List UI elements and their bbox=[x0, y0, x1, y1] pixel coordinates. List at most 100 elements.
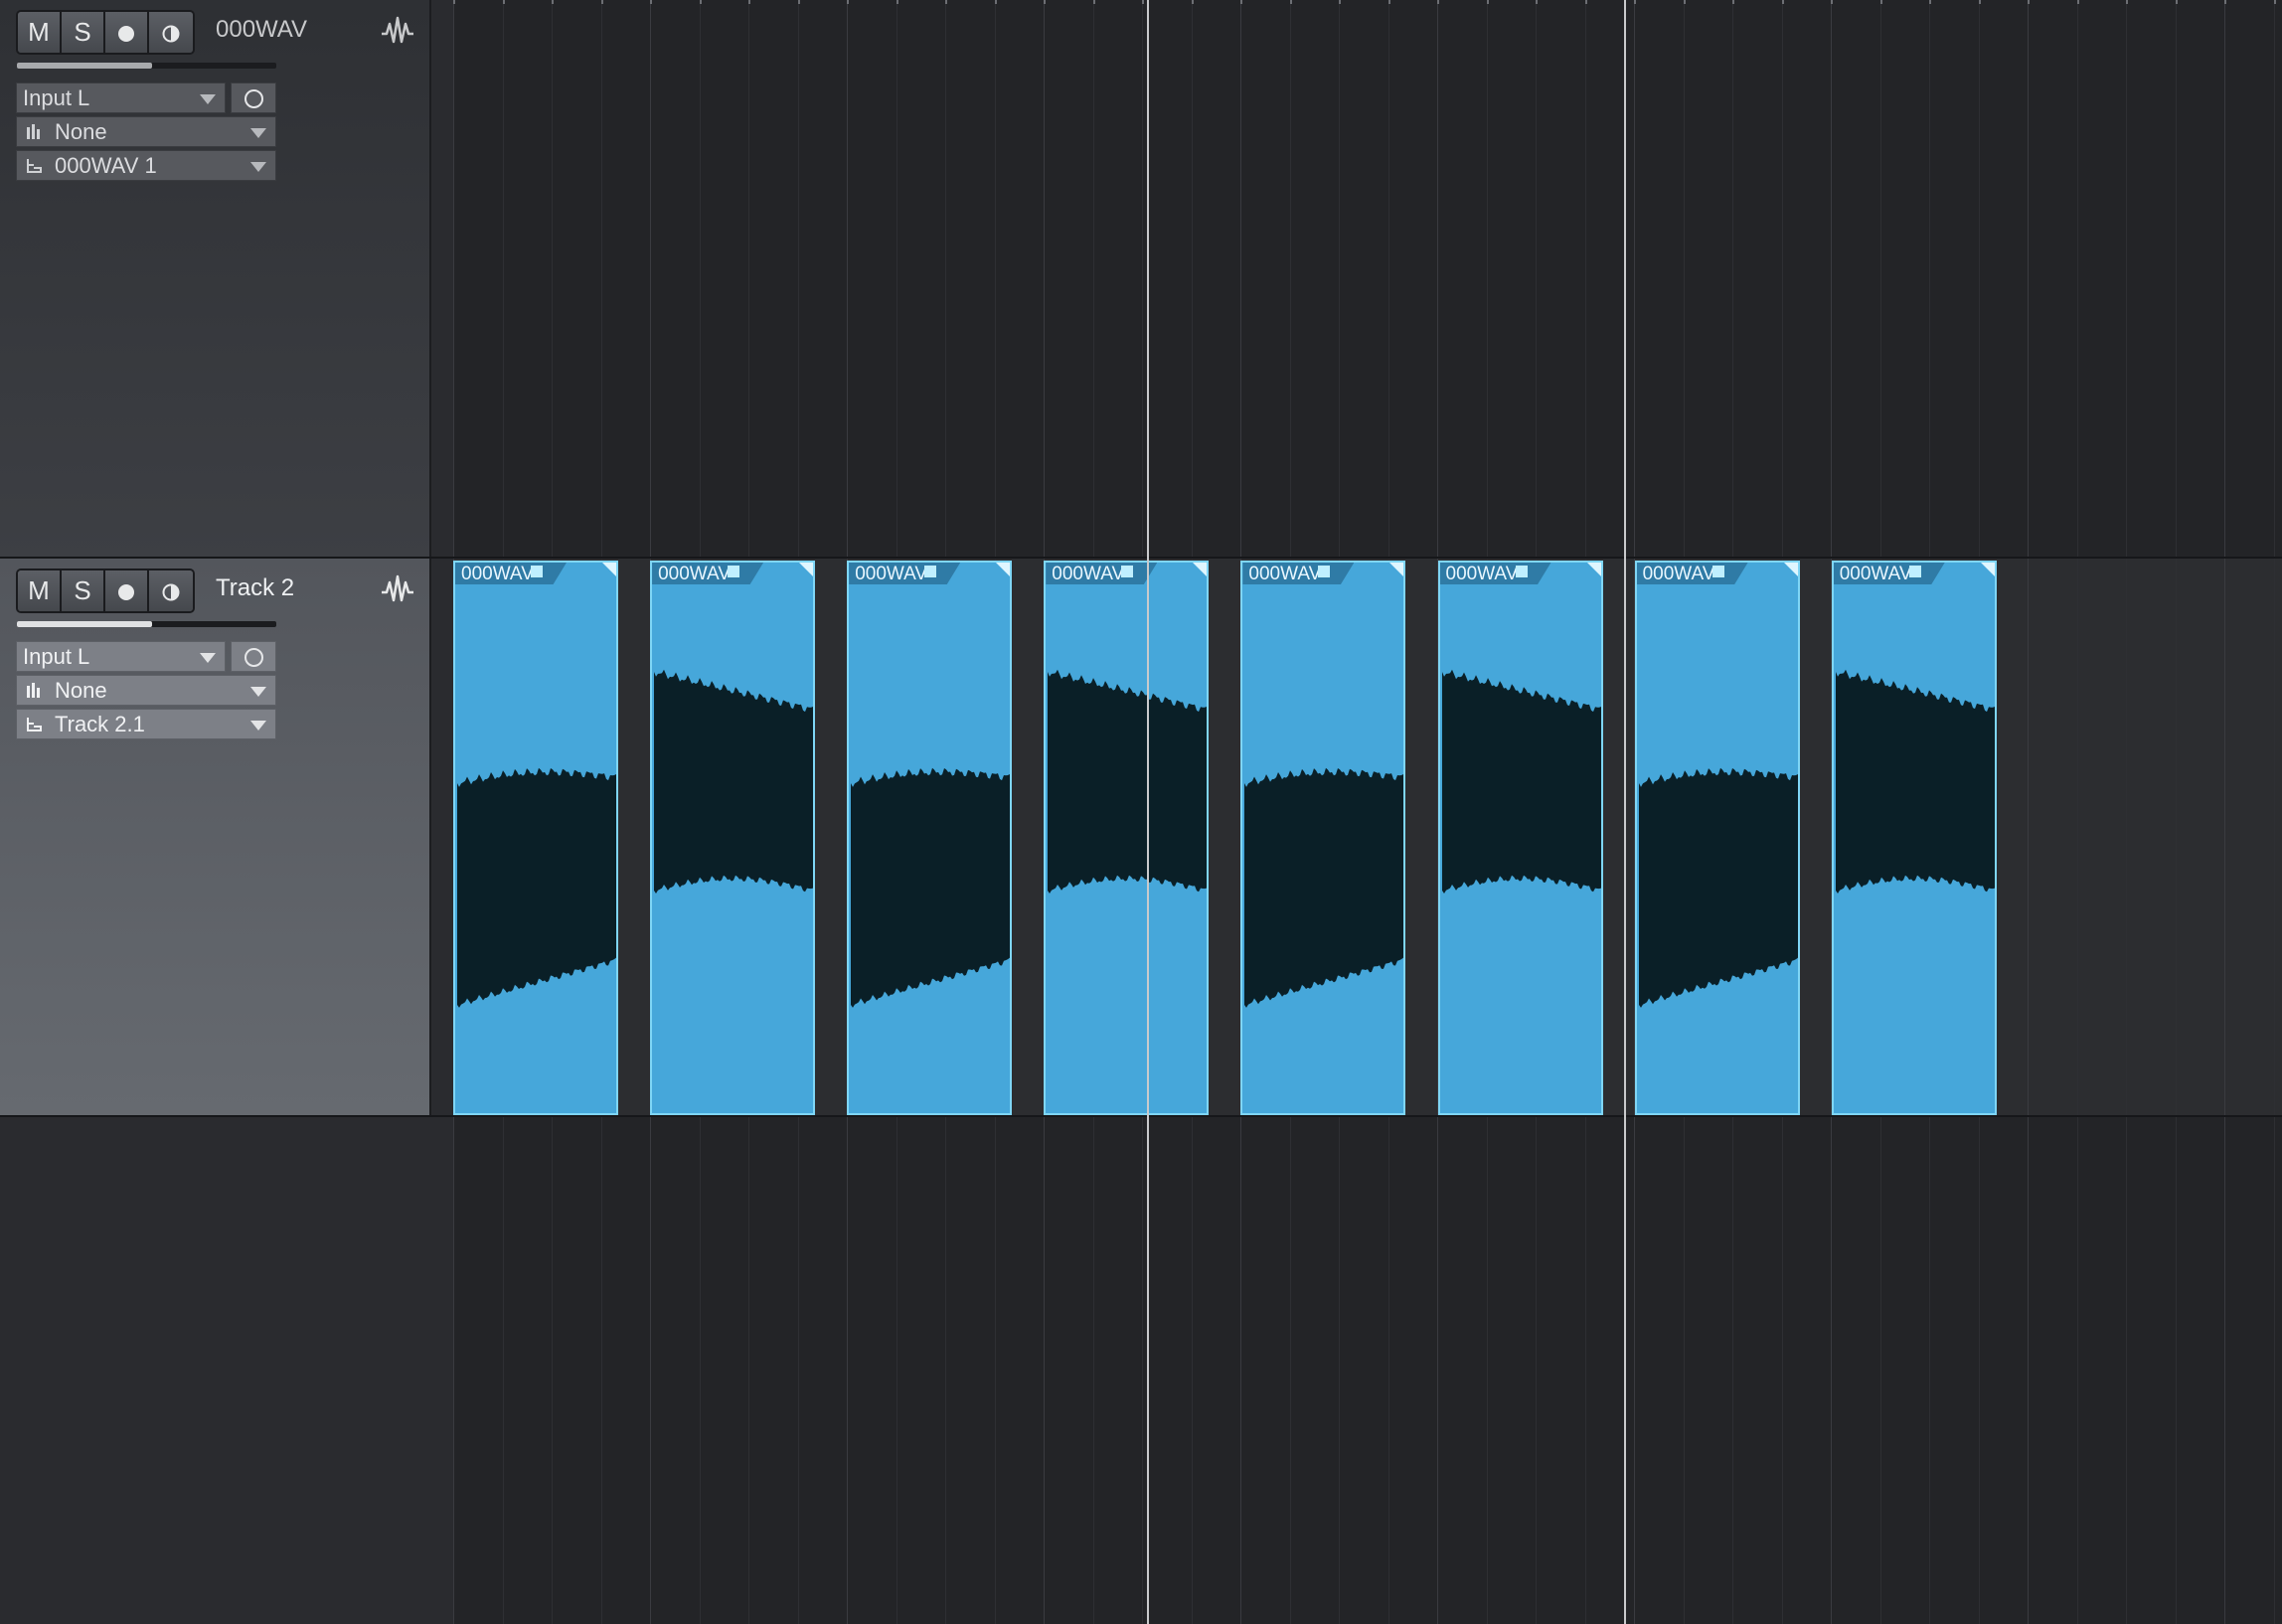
ruler-tick bbox=[1584, 0, 1587, 4]
clip-corner-handle[interactable] bbox=[799, 563, 814, 576]
audio-clip[interactable]: 000WAV bbox=[650, 561, 816, 1115]
track-header-track-2[interactable]: M S Track 2 Input L None Track 2.1 bbox=[0, 559, 431, 1116]
ruler-tick bbox=[994, 0, 997, 4]
ring-icon bbox=[244, 648, 263, 667]
clip-waveform bbox=[851, 767, 1011, 1008]
audio-clip[interactable]: 000WAV bbox=[453, 561, 618, 1115]
track-buttons: M S bbox=[16, 568, 195, 613]
ruler-tick bbox=[1142, 0, 1144, 4]
output-select[interactable]: 000WAV 1 bbox=[16, 150, 276, 181]
grid-line bbox=[2028, 0, 2029, 1624]
waveform-shape bbox=[1441, 669, 1601, 893]
ruler-tick bbox=[1781, 0, 1784, 4]
clip-corner-handle[interactable] bbox=[1980, 563, 1995, 576]
clip-corner-handle[interactable] bbox=[1783, 563, 1798, 576]
header-gap bbox=[431, 0, 453, 1624]
clip-corner-handle[interactable] bbox=[1389, 563, 1404, 576]
ruler-tick bbox=[847, 0, 849, 4]
instrument-icon bbox=[27, 683, 40, 698]
chevron-down-icon bbox=[200, 94, 216, 104]
ruler-tick bbox=[552, 0, 554, 4]
ruler-tick bbox=[1387, 0, 1390, 4]
track-name[interactable]: 000WAV bbox=[216, 16, 307, 44]
output-icon bbox=[27, 159, 42, 173]
monitor-button[interactable] bbox=[149, 570, 193, 611]
instrument-select[interactable]: None bbox=[16, 116, 276, 147]
audio-clip[interactable]: 000WAV bbox=[1044, 561, 1210, 1115]
clip-label: 000WAV bbox=[1839, 564, 1912, 584]
track-header-000wav[interactable]: M S 000WAV Input L None 000WAV 1 bbox=[0, 0, 431, 558]
audio-clip[interactable]: 000WAV bbox=[1240, 561, 1406, 1115]
input-monitor-button[interactable] bbox=[231, 641, 276, 672]
record-arm-button[interactable] bbox=[105, 12, 149, 53]
ruler-tick bbox=[1486, 0, 1489, 4]
ruler-tick bbox=[1437, 0, 1439, 4]
clip-waveform bbox=[457, 767, 616, 1008]
volume-fill bbox=[17, 63, 152, 69]
audio-clip[interactable]: 000WAV bbox=[1634, 561, 1800, 1115]
clip-waveform bbox=[654, 669, 814, 893]
clip-label: 000WAV bbox=[1052, 564, 1125, 584]
ruler-tick bbox=[2175, 0, 2178, 4]
edit-cursor[interactable] bbox=[1624, 0, 1626, 1624]
instrument-select[interactable]: None bbox=[16, 675, 276, 706]
clip-label: 000WAV bbox=[855, 564, 928, 584]
ruler-tick bbox=[2126, 0, 2128, 4]
ruler-tick bbox=[748, 0, 750, 4]
ruler-tick bbox=[453, 0, 455, 4]
input-select[interactable]: Input L bbox=[16, 641, 226, 672]
ruler-tick bbox=[1929, 0, 1931, 4]
clip-waveform bbox=[1638, 767, 1798, 1008]
output-select[interactable]: Track 2.1 bbox=[16, 709, 276, 739]
mute-button[interactable]: M bbox=[18, 570, 62, 611]
chevron-down-icon bbox=[250, 721, 266, 731]
mute-button[interactable]: M bbox=[18, 12, 62, 53]
instrument-label: None bbox=[55, 119, 107, 144]
monitor-icon bbox=[162, 583, 180, 601]
track-buttons: M S bbox=[16, 10, 195, 55]
clip-corner-handle[interactable] bbox=[602, 563, 616, 576]
clip-label: 000WAV bbox=[461, 564, 534, 584]
ruler-tick bbox=[1831, 0, 1833, 4]
audio-clip[interactable]: 000WAV bbox=[1437, 561, 1603, 1115]
output-icon bbox=[27, 718, 42, 731]
clip-marker-icon bbox=[1908, 566, 1921, 577]
waveform-shape bbox=[654, 669, 814, 893]
record-arm-button[interactable] bbox=[105, 570, 149, 611]
clip-corner-handle[interactable] bbox=[996, 563, 1011, 576]
ruler-tick bbox=[1732, 0, 1734, 4]
playhead[interactable] bbox=[1147, 0, 1149, 1624]
clip-corner-handle[interactable] bbox=[1586, 563, 1601, 576]
clip-marker-icon bbox=[531, 566, 543, 577]
clip-marker-icon bbox=[728, 566, 740, 577]
input-label: Input L bbox=[23, 85, 90, 110]
instrument-label: None bbox=[55, 678, 107, 703]
ruler-tick bbox=[1536, 0, 1538, 4]
waveform-icon[interactable] bbox=[381, 572, 414, 604]
volume-slider[interactable] bbox=[17, 63, 276, 69]
track-name[interactable]: Track 2 bbox=[216, 574, 294, 602]
ruler-tick bbox=[1683, 0, 1686, 4]
ruler-tick bbox=[502, 0, 505, 4]
ruler-tick bbox=[1339, 0, 1341, 4]
clip-waveform bbox=[1048, 669, 1208, 893]
audio-clip[interactable]: 000WAV bbox=[1831, 561, 1997, 1115]
record-icon bbox=[118, 26, 134, 43]
solo-button[interactable]: S bbox=[62, 12, 105, 53]
ring-icon bbox=[244, 89, 263, 108]
audio-clip[interactable]: 000WAV bbox=[847, 561, 1013, 1115]
volume-slider[interactable] bbox=[17, 621, 276, 627]
waveform-shape bbox=[851, 767, 1011, 1008]
ruler-tick bbox=[945, 0, 947, 4]
monitor-button[interactable] bbox=[149, 12, 193, 53]
ruler-tick bbox=[2028, 0, 2030, 4]
input-monitor-button[interactable] bbox=[231, 82, 276, 113]
chevron-down-icon bbox=[200, 653, 216, 663]
clip-corner-handle[interactable] bbox=[1193, 563, 1208, 576]
output-label: 000WAV 1 bbox=[55, 153, 157, 178]
chevron-down-icon bbox=[250, 687, 266, 697]
ruler-tick bbox=[1289, 0, 1292, 4]
input-select[interactable]: Input L bbox=[16, 82, 226, 113]
waveform-icon[interactable] bbox=[381, 14, 414, 46]
solo-button[interactable]: S bbox=[62, 570, 105, 611]
